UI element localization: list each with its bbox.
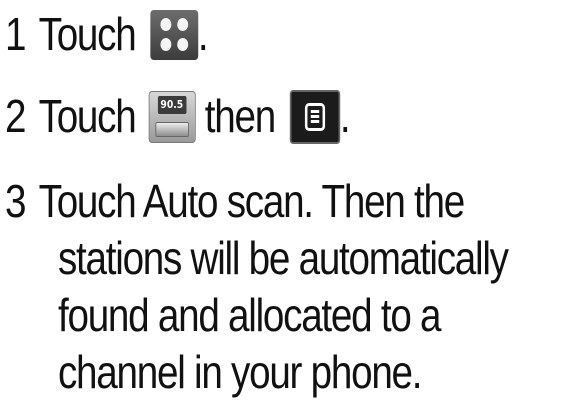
menu-icon <box>289 89 340 144</box>
step-text-line: stations will be automatically <box>58 232 509 284</box>
step-text-end: . <box>339 90 351 142</box>
fm-radio-icon: 90.5 <box>148 90 196 143</box>
step-number: 3 <box>5 175 26 227</box>
step-text: Touch <box>38 8 137 60</box>
grid-icon <box>149 9 198 60</box>
step-1: 1 Touch . <box>0 6 209 62</box>
step-text-line: found and allocated to a <box>58 289 442 341</box>
step-3: 3 Touch Auto scan. Then the <box>0 173 466 229</box>
step-text: Touch <box>38 90 137 142</box>
step-number: 1 <box>5 8 26 60</box>
step-text-middle: then <box>204 90 276 142</box>
step-text-line: channel in your phone. <box>58 346 423 398</box>
step-2: 2 Touch 90.5 then . <box>0 88 351 144</box>
step-number: 2 <box>5 90 26 142</box>
step-text-line: Touch Auto scan. Then the <box>38 175 466 227</box>
step-text-end: . <box>197 8 209 60</box>
radio-frequency-label: 90.5 <box>157 95 187 114</box>
